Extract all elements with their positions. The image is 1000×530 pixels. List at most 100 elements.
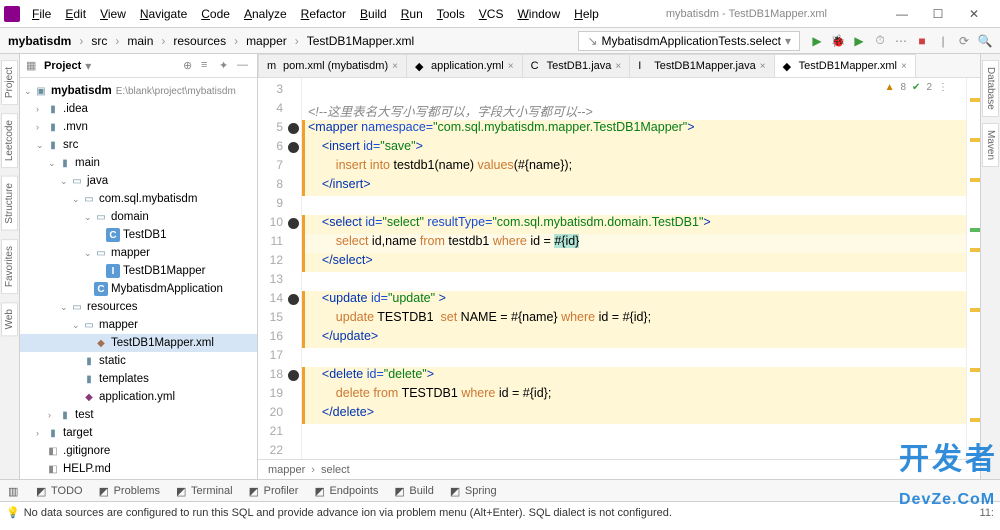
line-number[interactable]: 11: [258, 234, 301, 253]
select-opened-icon[interactable]: ⊕: [183, 59, 197, 73]
line-number[interactable]: 3: [258, 82, 301, 101]
stripe-mark[interactable]: [970, 248, 980, 252]
editor-tab[interactable]: ◆application.yml×: [406, 54, 523, 77]
tree-node[interactable]: ›▮target: [20, 424, 257, 442]
line-number[interactable]: 15: [258, 310, 301, 329]
tool-tab-database[interactable]: Database: [982, 60, 999, 117]
gutter[interactable]: 345678910111213141516171819202122: [258, 78, 302, 459]
tool-tab-structure[interactable]: Structure: [1, 176, 18, 231]
bottom-tab-todo[interactable]: ◩TODO: [28, 480, 91, 501]
line-number[interactable]: 5: [258, 120, 301, 139]
error-stripe[interactable]: [966, 78, 980, 459]
tree-node[interactable]: ⌄▮main: [20, 154, 257, 172]
hide-icon[interactable]: —: [237, 59, 251, 73]
tree-node[interactable]: ▮templates: [20, 370, 257, 388]
stripe-mark[interactable]: [970, 138, 980, 142]
tool-tab-leetcode[interactable]: Leetcode: [1, 113, 18, 168]
breadcrumb-item[interactable]: src: [89, 33, 109, 49]
breadcrumbs[interactable]: mybatisdm›src›main›resources›mapper›Test…: [6, 33, 576, 49]
update-button[interactable]: ⟳: [955, 32, 973, 50]
line-number[interactable]: 12: [258, 253, 301, 272]
code-line[interactable]: [302, 196, 966, 215]
code-line[interactable]: delete from TESTDB1 where id = #{id};: [302, 386, 966, 405]
line-number[interactable]: 4: [258, 101, 301, 120]
gutter-icon[interactable]: [288, 294, 299, 305]
tool-tab-maven[interactable]: Maven: [982, 123, 999, 167]
breadcrumb-item[interactable]: TestDB1Mapper.xml: [305, 33, 416, 49]
breadcrumb-item[interactable]: mapper: [244, 33, 289, 49]
collapse-icon[interactable]: ✦: [219, 59, 233, 73]
stripe-mark[interactable]: [970, 178, 980, 182]
inspections-widget[interactable]: ▲8 ✔2 ⋮: [885, 82, 948, 93]
editor-breadcrumbs[interactable]: mapper›select: [258, 459, 980, 479]
line-number[interactable]: 14: [258, 291, 301, 310]
stop-button[interactable]: ■: [913, 32, 931, 50]
code-line[interactable]: [302, 82, 966, 101]
bottom-tab-profiler[interactable]: ◩Profiler: [241, 480, 307, 501]
close-button[interactable]: ✕: [960, 5, 988, 23]
bottom-tab-build[interactable]: ◩Build: [386, 480, 441, 501]
stripe-mark[interactable]: [970, 308, 980, 312]
code-line[interactable]: </insert>: [302, 177, 966, 196]
menu-run[interactable]: Run: [395, 4, 429, 24]
menu-analyze[interactable]: Analyze: [238, 4, 293, 24]
menu-code[interactable]: Code: [195, 4, 236, 24]
tree-node[interactable]: ◧.gitignore: [20, 442, 257, 460]
close-icon[interactable]: ×: [615, 61, 621, 72]
gutter-icon[interactable]: [288, 370, 299, 381]
tree-node[interactable]: ◆TestDB1Mapper.xml: [20, 334, 257, 352]
crumb-item[interactable]: mapper: [268, 464, 305, 476]
minimize-button[interactable]: —: [888, 5, 916, 23]
tree-node[interactable]: ⌄▭com.sql.mybatisdm: [20, 190, 257, 208]
caret-position[interactable]: 11:: [980, 507, 994, 519]
line-number[interactable]: 18: [258, 367, 301, 386]
menu-help[interactable]: Help: [568, 4, 605, 24]
code-lines[interactable]: ▲8 ✔2 ⋮ <!--这里表名大写小写都可以，字段大小写都可以--><mapp…: [302, 78, 966, 459]
close-icon[interactable]: ×: [901, 61, 907, 72]
tree-node[interactable]: ⌄▭domain: [20, 208, 257, 226]
code-line[interactable]: </delete>: [302, 405, 966, 424]
gutter-icon[interactable]: [288, 218, 299, 229]
profile-button[interactable]: ⏱: [871, 32, 889, 50]
code-line[interactable]: </update>: [302, 329, 966, 348]
code-line[interactable]: [302, 424, 966, 443]
tree-node[interactable]: ›▮.idea: [20, 100, 257, 118]
line-number[interactable]: 9: [258, 196, 301, 215]
maximize-button[interactable]: ☐: [924, 5, 952, 23]
line-number[interactable]: 19: [258, 386, 301, 405]
code-line[interactable]: <mapper namespace="com.sql.mybatisdm.map…: [302, 120, 966, 139]
code-line[interactable]: <select id="select" resultType="com.sql.…: [302, 215, 966, 234]
close-icon[interactable]: ×: [508, 61, 514, 72]
code-line[interactable]: [302, 443, 966, 459]
menu-vcs[interactable]: VCS: [473, 4, 510, 24]
breadcrumb-item[interactable]: resources: [171, 33, 228, 49]
close-icon[interactable]: ×: [760, 61, 766, 72]
code-line[interactable]: </select>: [302, 253, 966, 272]
code-line[interactable]: <insert id="save">: [302, 139, 966, 158]
line-number[interactable]: 16: [258, 329, 301, 348]
line-number[interactable]: 8: [258, 177, 301, 196]
breadcrumb-item[interactable]: main: [125, 33, 155, 49]
menu-window[interactable]: Window: [511, 4, 566, 24]
line-number[interactable]: 21: [258, 424, 301, 443]
bottom-tab-problems[interactable]: ◩Problems: [91, 480, 168, 501]
code-line[interactable]: select id,name from testdb1 where id = #…: [302, 234, 966, 253]
crumb-item[interactable]: select: [321, 464, 350, 476]
line-number[interactable]: 17: [258, 348, 301, 367]
gutter-icon[interactable]: [288, 123, 299, 134]
code-area[interactable]: 345678910111213141516171819202122 ▲8 ✔2 …: [258, 78, 980, 459]
tree-node[interactable]: ▮static: [20, 352, 257, 370]
gutter-icon[interactable]: [288, 142, 299, 153]
editor-tab[interactable]: ◆TestDB1Mapper.xml×: [774, 54, 916, 77]
bottom-tab-spring[interactable]: ◩Spring: [442, 480, 505, 501]
bottom-tab-terminal[interactable]: ◩Terminal: [168, 480, 241, 501]
line-number[interactable]: 13: [258, 272, 301, 291]
editor-tab[interactable]: CTestDB1.java×: [522, 54, 631, 77]
coverage-button[interactable]: ▶: [850, 32, 868, 50]
menu-file[interactable]: File: [26, 4, 57, 24]
tree-node[interactable]: ITestDB1Mapper: [20, 262, 257, 280]
line-number[interactable]: 22: [258, 443, 301, 459]
line-number[interactable]: 7: [258, 158, 301, 177]
dropdown-icon[interactable]: ▾: [85, 59, 91, 73]
menu-edit[interactable]: Edit: [59, 4, 92, 24]
